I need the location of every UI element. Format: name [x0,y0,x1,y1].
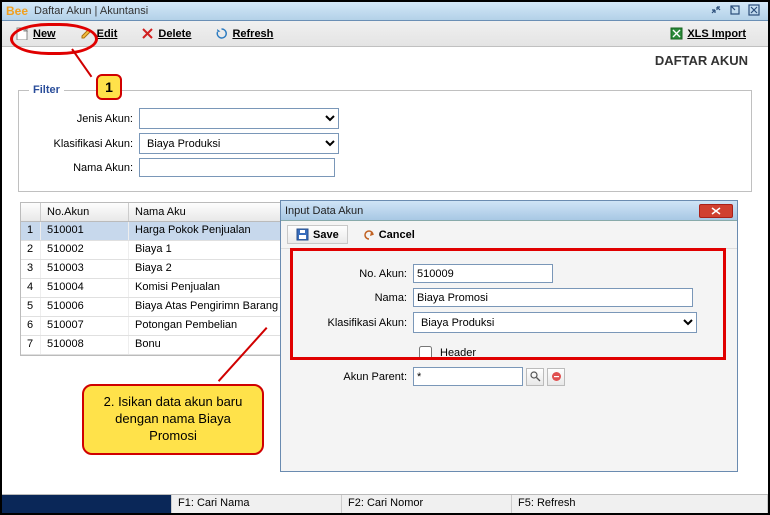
row-num: 1 [21,222,41,240]
row-num: 5 [21,298,41,316]
close-icon[interactable] [748,4,764,19]
window-title: Daftar Akun | Akuntansi [34,5,707,17]
dialog-toolbar: Save Cancel [281,221,737,249]
filter-panel: Filter Jenis Akun: Klasifikasi Akun: Bia… [18,84,752,192]
jenis-akun-label: Jenis Akun: [29,113,139,125]
new-button[interactable]: New [8,25,64,42]
row-noakun: 510001 [41,222,129,240]
new-label: New [33,28,56,40]
minimize-icon[interactable] [710,4,726,19]
status-f1: F1: Cari Nama [172,495,342,513]
row-num: 7 [21,336,41,354]
status-f2: F2: Cari Nomor [342,495,512,513]
xls-label: XLS Import [687,28,746,40]
search-icon [530,371,541,382]
xls-icon [670,27,683,40]
akun-parent-label: Akun Parent: [295,371,413,383]
klasifikasi-akun-label: Klasifikasi Akun: [29,138,139,150]
cancel-button[interactable]: Cancel [354,226,423,243]
nama-input[interactable] [413,288,693,307]
grid-col-num [21,203,41,221]
row-noakun: 510002 [41,241,129,259]
row-num: 3 [21,260,41,278]
row-noakun: 510004 [41,279,129,297]
row-noakun: 510007 [41,317,129,335]
row-num: 2 [21,241,41,259]
delete-icon [141,27,154,40]
undo-icon [362,228,375,241]
akun-parent-input[interactable] [413,367,523,386]
delete-button[interactable]: Delete [133,25,199,42]
refresh-button[interactable]: Refresh [207,25,281,42]
annotation-callout-2: 2. Isikan data akun baru dengan nama Bia… [82,384,264,455]
edit-button[interactable]: Edit [72,25,126,42]
cancel-label: Cancel [379,229,415,241]
statusbar: F1: Cari Nama F2: Cari Nomor F5: Refresh [2,494,768,513]
annotation-text-2: 2. Isikan data akun baru dengan nama Bia… [104,394,243,443]
dialog-body: No. Akun: Nama: Klasifikasi Akun: Biaya … [281,249,737,401]
edit-icon [80,27,93,40]
app-window: Bee Daftar Akun | Akuntansi New Edit Del… [0,0,770,515]
toolbar: New Edit Delete Refresh XLS Import [2,21,768,47]
no-akun-label: No. Akun: [295,268,413,280]
klasifikasi-label: Klasifikasi Akun: [295,317,413,329]
annotation-number-1: 1 [105,79,113,95]
row-noakun: 510003 [41,260,129,278]
delete-label: Delete [158,28,191,40]
jenis-akun-select[interactable] [139,108,339,129]
input-data-akun-dialog: Input Data Akun Save Cancel No. Akun: Na… [280,200,738,472]
grid-col-noakun[interactable]: No.Akun [41,203,129,221]
dialog-title: Input Data Akun [285,205,699,217]
status-f5: F5: Refresh [512,495,768,513]
klasifikasi-akun-select[interactable]: Biaya Produksi [139,133,339,154]
row-noakun: 510008 [41,336,129,354]
save-button[interactable]: Save [287,225,348,244]
klasifikasi-select[interactable]: Biaya Produksi [413,312,697,333]
row-num: 4 [21,279,41,297]
header-checkbox-label: Header [440,347,476,359]
header-checkbox[interactable] [419,346,432,359]
status-cell-0 [2,495,172,513]
maximize-icon[interactable] [729,4,745,19]
refresh-label: Refresh [232,28,273,40]
no-akun-input[interactable] [413,264,553,283]
xls-import-button[interactable]: XLS Import [662,25,754,42]
save-icon [296,228,309,241]
dialog-close-button[interactable] [699,204,733,218]
nama-label: Nama: [295,292,413,304]
clear-icon [551,371,562,382]
close-icon [710,207,722,215]
annotation-callout-1: 1 [96,74,122,100]
save-label: Save [313,229,339,241]
titlebar: Bee Daftar Akun | Akuntansi [2,2,768,21]
new-icon [16,27,29,40]
row-num: 6 [21,317,41,335]
dialog-titlebar: Input Data Akun [281,201,737,221]
refresh-icon [215,27,228,40]
app-logo: Bee [6,4,28,18]
edit-label: Edit [97,28,118,40]
row-noakun: 510006 [41,298,129,316]
nama-akun-input[interactable] [139,158,335,177]
clear-parent-button[interactable] [547,368,565,386]
page-title: DAFTAR AKUN [2,47,768,70]
nama-akun-label: Nama Akun: [29,162,139,174]
filter-legend: Filter [29,84,64,96]
search-parent-button[interactable] [526,368,544,386]
